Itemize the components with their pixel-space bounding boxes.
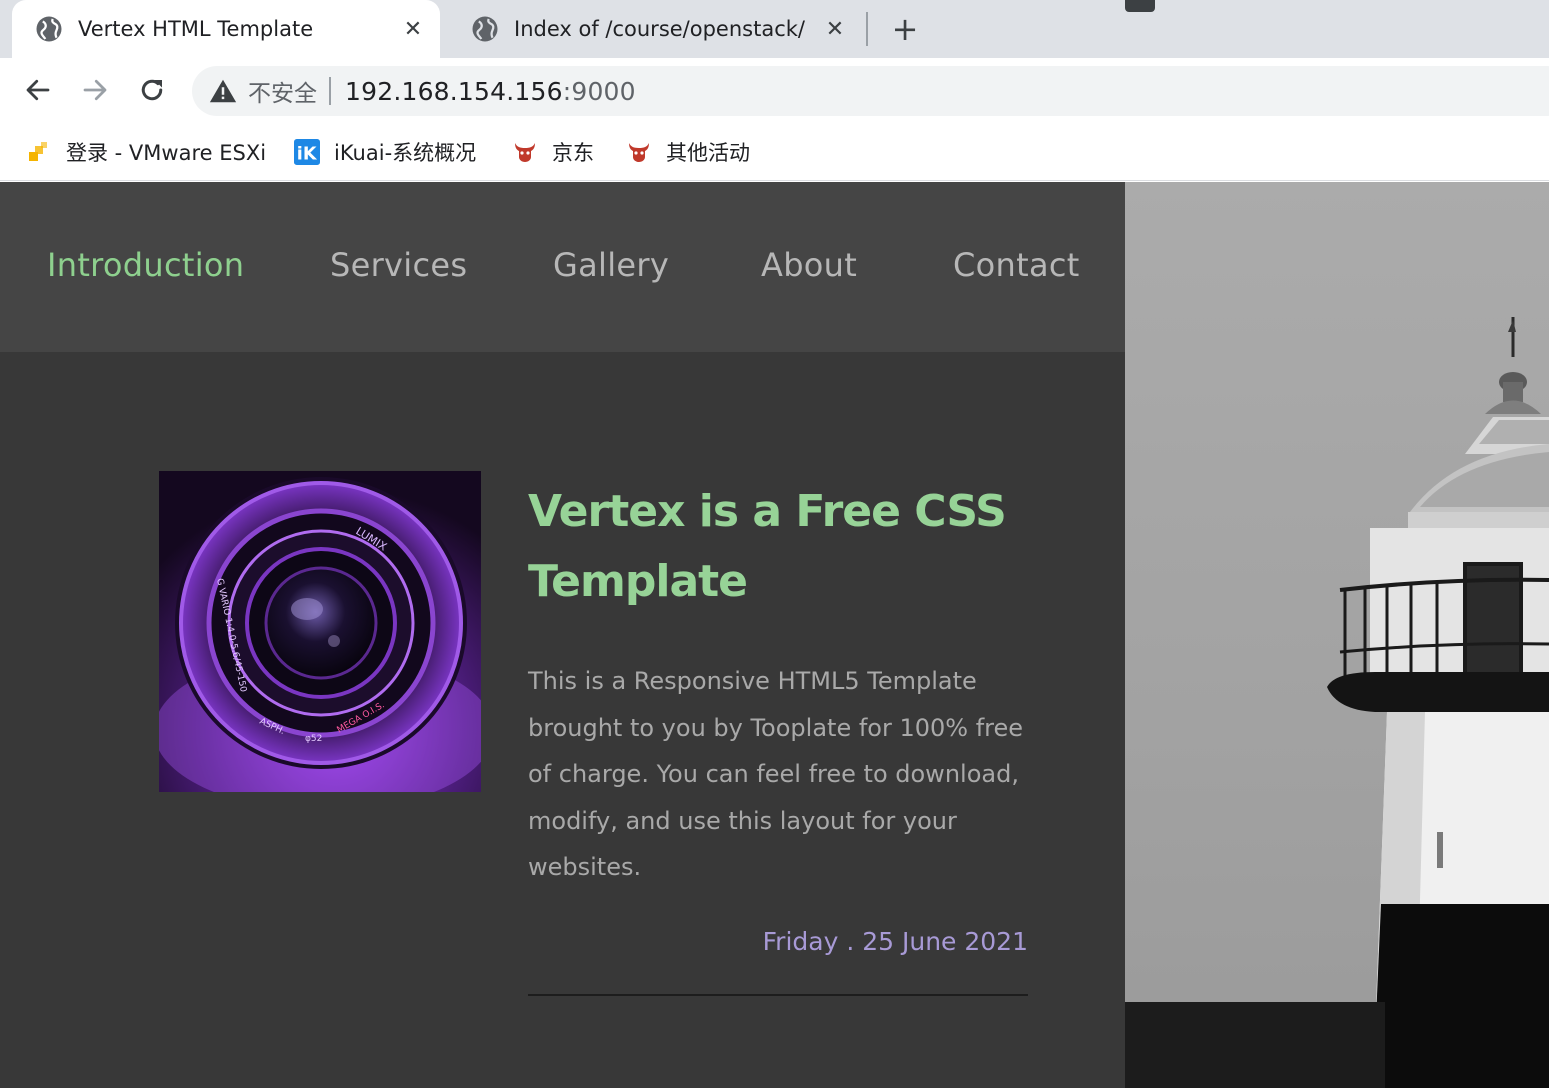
hero-headline: Vertex is a Free CSS Template bbox=[528, 486, 1007, 607]
nav-contact[interactable]: Contact bbox=[953, 246, 1080, 284]
web-page: Introduction Services Gallery About Cont… bbox=[0, 182, 1549, 1088]
url-host: 192.168.154.156 bbox=[345, 76, 563, 106]
bookmarks-bar: 登录 - VMware ESXi iK iKuai-系统概况 京东 其他活动 bbox=[0, 123, 1549, 181]
reload-icon bbox=[141, 79, 163, 101]
tab-vertex[interactable]: Vertex HTML Template ✕ bbox=[12, 0, 440, 58]
back-button[interactable] bbox=[18, 70, 58, 110]
new-tab-button[interactable]: + bbox=[886, 10, 924, 48]
warning-icon[interactable] bbox=[208, 76, 238, 106]
vmware-icon bbox=[26, 139, 52, 165]
close-icon[interactable]: ✕ bbox=[820, 14, 850, 44]
nav-about[interactable]: About bbox=[761, 246, 857, 284]
bookmark-label: iKuai-系统概况 bbox=[334, 141, 477, 165]
bookmark-label: 其他活动 bbox=[666, 141, 750, 165]
nav-gallery[interactable]: Gallery bbox=[553, 246, 669, 284]
nav-introduction[interactable]: Introduction bbox=[47, 246, 244, 284]
arrow-right-icon bbox=[83, 79, 107, 101]
bookmark-ikuai[interactable]: iK iKuai-系统概况 bbox=[294, 135, 476, 169]
jd-icon bbox=[512, 139, 538, 165]
svg-text:φ52: φ52 bbox=[305, 734, 322, 744]
camera-lens-image: LUMIX G VARIO 1:4.0-5.6/45-150 ASPH. φ52… bbox=[159, 471, 481, 792]
arrow-left-icon bbox=[26, 79, 50, 101]
divider-line bbox=[528, 994, 1028, 996]
nav-services[interactable]: Services bbox=[330, 246, 467, 284]
bookmark-jd[interactable]: 京东 bbox=[512, 135, 594, 169]
address-bar[interactable]: 不安全 192.168.154.156:9000 bbox=[192, 66, 1549, 116]
jd-icon bbox=[626, 139, 652, 165]
post-date: Friday . 25 June 2021 bbox=[762, 927, 1028, 956]
globe-icon bbox=[36, 16, 62, 42]
bookmark-other-activities[interactable]: 其他活动 bbox=[626, 135, 750, 169]
site-nav: Introduction Services Gallery About Cont… bbox=[0, 182, 1125, 352]
tab-index-openstack[interactable]: Index of /course/openstack/ ✕ bbox=[448, 0, 862, 58]
divider bbox=[329, 77, 331, 105]
bookmark-label: 登录 - VMware ESXi bbox=[66, 141, 267, 165]
forward-button[interactable] bbox=[75, 70, 115, 110]
tab-title: Index of /course/openstack/ bbox=[514, 17, 805, 41]
ikuai-icon: iK bbox=[294, 139, 320, 165]
svg-text:iK: iK bbox=[297, 144, 318, 164]
tab-strip: Vertex HTML Template ✕ Index of /course/… bbox=[0, 0, 1549, 58]
globe-icon bbox=[472, 16, 498, 42]
tab-divider bbox=[866, 12, 868, 46]
tab-search-button[interactable] bbox=[1125, 0, 1155, 12]
browser-toolbar: 不安全 192.168.154.156:9000 bbox=[0, 58, 1549, 123]
security-label[interactable]: 不安全 bbox=[248, 74, 317, 108]
url-port: :9000 bbox=[562, 76, 636, 106]
bookmark-label: 京东 bbox=[552, 141, 594, 165]
close-icon[interactable]: ✕ bbox=[398, 14, 428, 44]
bookmark-vmware[interactable]: 登录 - VMware ESXi bbox=[26, 135, 266, 169]
content-panel: Introduction Services Gallery About Cont… bbox=[0, 182, 1125, 1088]
url-text[interactable]: 192.168.154.156:9000 bbox=[345, 77, 636, 106]
hero-description: This is a Responsive HTML5 Template brou… bbox=[528, 667, 1024, 881]
lighthouse-image bbox=[1125, 182, 1549, 1088]
tab-title: Vertex HTML Template bbox=[78, 17, 314, 41]
reload-button[interactable] bbox=[132, 70, 172, 110]
